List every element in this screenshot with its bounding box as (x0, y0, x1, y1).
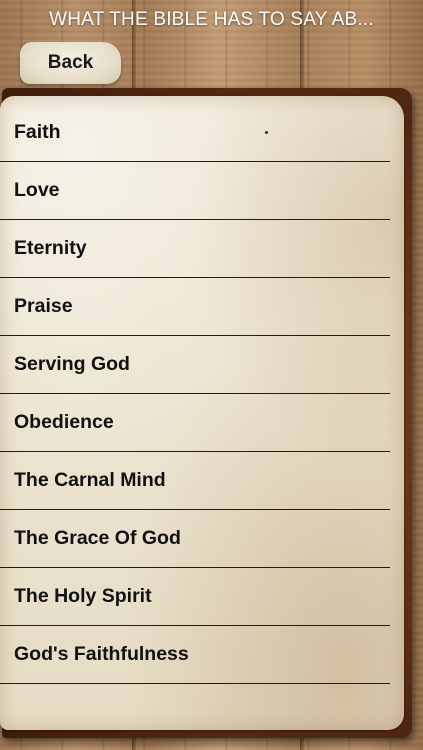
list-item[interactable]: The Grace Of God (0, 510, 390, 568)
list-item-label: Faith (14, 121, 61, 143)
page-title: WHAT THE BIBLE HAS TO SAY AB... (49, 9, 374, 30)
list-item[interactable]: The Holy Spirit (0, 568, 390, 626)
list-item-label: Serving God (14, 353, 130, 375)
list-item[interactable]: The Carnal Mind (0, 452, 390, 510)
list-item-label: The Grace Of God (14, 527, 181, 549)
list-item-label: The Holy Spirit (14, 585, 152, 607)
list-item[interactable]: Faith (0, 104, 390, 162)
list-item-label: Obedience (14, 411, 114, 433)
list-item[interactable]: Love (0, 162, 390, 220)
back-button[interactable]: Back (20, 42, 121, 84)
list-item-label: Love (14, 179, 60, 201)
list-item[interactable]: Serving God (0, 336, 390, 394)
screen: WHAT THE BIBLE HAS TO SAY AB... Back Fai… (0, 0, 423, 750)
list-item[interactable]: God's Faithfulness (0, 626, 390, 684)
list-item-label: The Carnal Mind (14, 469, 166, 491)
list-item[interactable]: Praise (0, 278, 390, 336)
list-item-label: Praise (14, 295, 73, 317)
list-item-label: Eternity (14, 237, 87, 259)
topic-list: Faith Love Eternity Praise Serving God O… (0, 104, 390, 684)
title-bar: WHAT THE BIBLE HAS TO SAY AB... (0, 0, 423, 40)
list-item[interactable]: Eternity (0, 220, 390, 278)
back-button-label: Back (47, 52, 94, 73)
list-item-label: God's Faithfulness (14, 643, 189, 665)
list-item[interactable]: Obedience (0, 394, 390, 452)
